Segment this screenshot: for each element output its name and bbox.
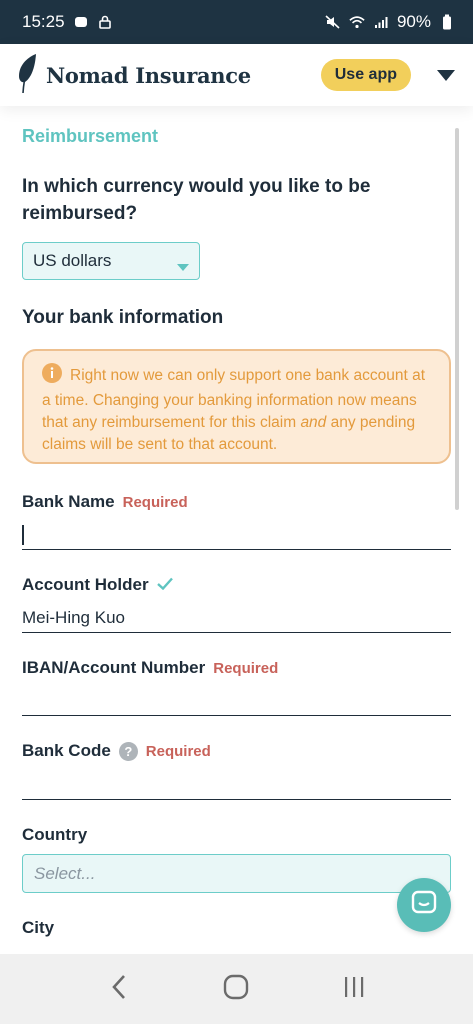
required-badge: Required xyxy=(145,742,211,760)
notice-emphasis: and xyxy=(300,414,327,431)
brand-logo[interactable]: Nomad Insurance xyxy=(16,52,251,99)
iban-label-text: IBAN/Account Number xyxy=(22,658,206,677)
bank-name-label-text: Bank Name xyxy=(22,492,115,511)
section-title: Reimbursement xyxy=(22,126,159,146)
claim-form: Reimbursement In which currency would yo… xyxy=(0,106,473,954)
currency-value: US dollars xyxy=(33,251,112,270)
city-label-text: City xyxy=(22,918,55,937)
status-bar: 15:25 90% xyxy=(0,0,473,44)
chevron-down-icon xyxy=(177,257,189,271)
required-badge: Required xyxy=(213,659,279,677)
mute-icon xyxy=(325,14,341,30)
country-placeholder: Select... xyxy=(34,863,96,883)
chat-button[interactable] xyxy=(397,878,451,932)
bank-notice: Right now we can only support one bank a… xyxy=(22,349,451,464)
recents-icon xyxy=(342,976,366,1003)
scrollbar[interactable] xyxy=(455,128,459,510)
status-time: 15:25 xyxy=(22,12,65,31)
battery-percent: 90% xyxy=(396,12,431,31)
account-holder-label: Account Holder xyxy=(22,575,173,595)
back-icon xyxy=(111,974,127,1005)
account-holder-value: Mei-Hing Kuo xyxy=(22,607,125,627)
country-select[interactable]: Select... xyxy=(22,854,451,893)
battery-icon xyxy=(439,14,455,30)
app-header: Nomad Insurance Use app xyxy=(0,44,473,106)
bank-name-label: Bank Name Required xyxy=(22,492,188,512)
bank-info-heading: Your bank information xyxy=(22,307,224,328)
use-app-button[interactable]: Use app xyxy=(320,59,411,91)
required-badge: Required xyxy=(122,493,188,511)
currency-select[interactable]: US dollars xyxy=(22,242,200,280)
chevron-down-icon[interactable] xyxy=(437,69,455,81)
feather-logo-icon xyxy=(16,52,40,99)
iban-label: IBAN/Account Number Required xyxy=(22,658,278,678)
wifi-icon xyxy=(349,14,365,30)
bank-code-label: Bank Code ? Required xyxy=(22,741,211,761)
back-button[interactable] xyxy=(95,965,143,1013)
text-cursor xyxy=(22,524,24,545)
info-icon xyxy=(42,363,62,390)
account-holder-label-text: Account Holder xyxy=(22,575,149,594)
help-icon[interactable]: ? xyxy=(118,741,138,761)
bank-code-label-text: Bank Code xyxy=(22,741,111,760)
iban-input[interactable] xyxy=(22,686,451,716)
recents-button[interactable] xyxy=(330,965,378,1013)
account-holder-input[interactable]: Mei-Hing Kuo xyxy=(22,603,451,633)
home-button[interactable] xyxy=(212,965,260,1013)
bank-code-input[interactable] xyxy=(22,770,451,800)
chat-icon xyxy=(411,890,437,921)
currency-question: In which currency would you like to be r… xyxy=(22,176,371,224)
brand-name: Nomad Insurance xyxy=(46,62,251,88)
check-icon xyxy=(156,575,173,595)
bank-name-input[interactable] xyxy=(22,520,451,550)
country-label: Country xyxy=(22,825,87,845)
lock-icon xyxy=(97,14,113,30)
city-label: City xyxy=(22,918,54,938)
home-icon xyxy=(223,974,249,1005)
signal-icon xyxy=(373,14,389,30)
system-nav-bar xyxy=(0,954,473,1024)
country-label-text: Country xyxy=(22,825,88,844)
photo-icon xyxy=(73,14,89,30)
